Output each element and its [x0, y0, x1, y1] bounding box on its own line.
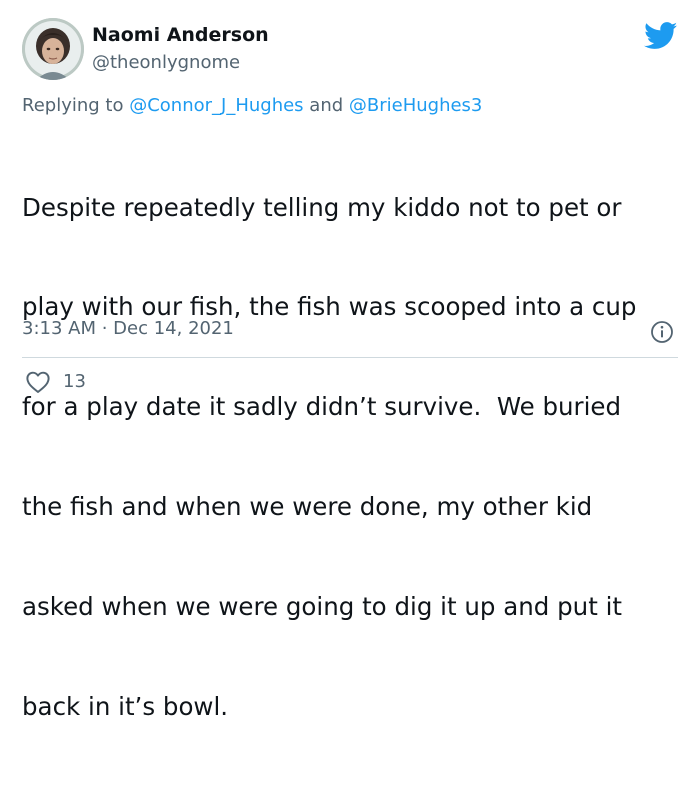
divider	[22, 357, 678, 358]
tweet-text-line: for a play date it sadly didn’t survive.…	[22, 392, 622, 422]
author-name[interactable]: Naomi Anderson	[92, 24, 269, 46]
twitter-bird-icon[interactable]	[644, 22, 678, 50]
tweet-text-line: Despite repeatedly telling my kiddo not …	[22, 192, 622, 222]
heart-icon[interactable]	[25, 370, 51, 394]
replying-to: Replying to @Connor_J_Hughes and @BrieHu…	[22, 95, 482, 116]
avatar[interactable]	[22, 18, 84, 80]
mention-link[interactable]: @BrieHughes3	[349, 95, 483, 116]
tweet-card: Naomi Anderson @theonlygnome Replying to…	[0, 0, 700, 721]
tweet-text-line: asked when we were going to dig it up an…	[22, 592, 622, 622]
timestamp-separator: ·	[96, 318, 114, 339]
like-count: 13	[63, 371, 86, 392]
author-handle[interactable]: @theonlygnome	[92, 52, 240, 73]
replying-joiner: and	[303, 95, 349, 116]
tweet-text-line: the fish and when we were done, my other…	[22, 492, 593, 522]
tweet-date: Dec 14, 2021	[113, 318, 234, 339]
replying-prefix: Replying to	[22, 95, 130, 116]
tweet-timestamp[interactable]: 3:13 AM · Dec 14, 2021	[22, 318, 234, 339]
tweet-text: Despite repeatedly telling my kiddo not …	[22, 124, 682, 790]
info-icon[interactable]	[650, 320, 674, 344]
mention-link[interactable]: @Connor_J_Hughes	[129, 95, 303, 116]
tweet-text-line: back in it’s bowl.	[22, 692, 229, 722]
tweet-time: 3:13 AM	[22, 318, 96, 339]
